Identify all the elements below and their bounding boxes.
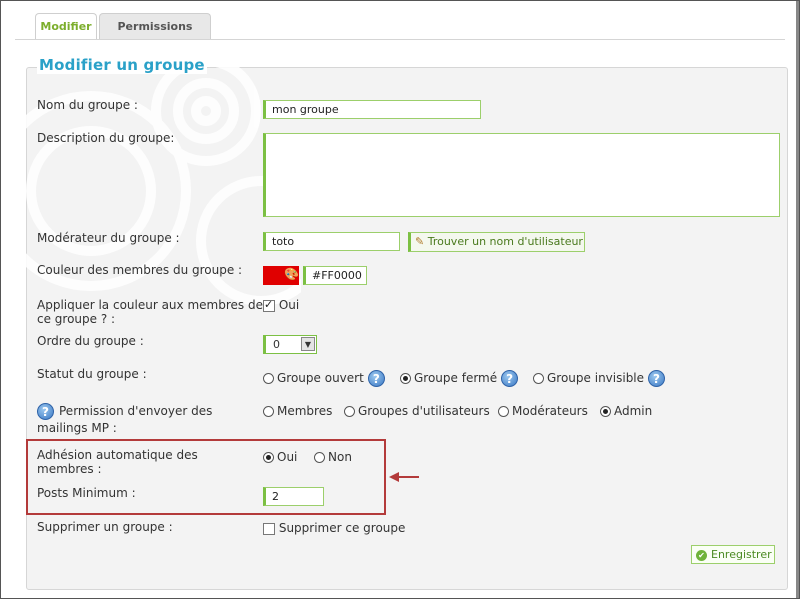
mailing-option-groups[interactable]: Groupes d'utilisateurs	[344, 404, 490, 418]
status-option-closed[interactable]: Groupe fermé?	[400, 370, 519, 387]
help-icon[interactable]: ?	[37, 403, 54, 420]
order-label: Ordre du groupe :	[37, 334, 144, 348]
pencil-icon: ✎	[415, 235, 425, 248]
find-user-button[interactable]: ✎ Trouver un nom d'utilisateur	[408, 232, 585, 252]
radio-no[interactable]	[314, 452, 325, 463]
radio-members[interactable]	[263, 406, 274, 417]
help-icon[interactable]: ?	[367, 370, 385, 387]
order-value: 0	[273, 338, 280, 351]
delete-option[interactable]: Supprimer ce groupe	[263, 521, 405, 535]
auto-join-label: Adhésion automatique des membres :	[37, 448, 198, 476]
radio-yes[interactable]	[263, 452, 274, 463]
group-name-label: Nom du groupe :	[37, 98, 138, 112]
apply-color-checkbox[interactable]	[263, 298, 275, 312]
status-option-invisible[interactable]: Groupe invisible?	[533, 370, 666, 387]
mailing-option-members[interactable]: Membres	[263, 404, 332, 418]
tab-permissions[interactable]: Permissions	[99, 13, 211, 39]
delete-checkbox[interactable]	[263, 522, 275, 535]
apply-color-option[interactable]: Oui	[263, 298, 299, 312]
radio-open[interactable]	[263, 373, 274, 384]
chevron-down-icon[interactable]: ▼	[301, 337, 315, 351]
min-posts-label: Posts Minimum :	[37, 486, 136, 500]
color-label: Couleur des membres du groupe :	[37, 263, 243, 277]
radio-groups[interactable]	[344, 406, 355, 417]
order-select[interactable]: 0 ▼	[263, 335, 317, 354]
color-input[interactable]	[303, 266, 367, 285]
mailing-option-moderators[interactable]: Modérateurs	[498, 404, 588, 418]
tab-divider	[15, 39, 785, 40]
form-legend: Modifier un groupe	[37, 56, 207, 74]
delete-label: Supprimer un groupe :	[37, 520, 173, 534]
radio-closed[interactable]	[400, 373, 411, 384]
help-icon[interactable]: ?	[648, 370, 666, 387]
help-icon[interactable]: ?	[501, 370, 519, 387]
group-name-input[interactable]	[263, 100, 481, 119]
check-circle-icon: ✔	[696, 549, 707, 561]
apply-color-label: Appliquer la couleur aux membres de ce g…	[37, 298, 263, 326]
arrow-left-icon	[389, 472, 419, 482]
status-label: Statut du groupe :	[37, 367, 147, 381]
window: Modifier Permissions Modifier un groupe …	[0, 0, 800, 599]
radio-invisible[interactable]	[533, 373, 544, 384]
save-button[interactable]: ✔ Enregistrer	[691, 545, 775, 564]
status-option-open[interactable]: Groupe ouvert?	[263, 370, 385, 387]
mailing-option-admin[interactable]: Admin	[600, 404, 652, 418]
min-posts-input[interactable]	[263, 487, 324, 506]
mailing-label: ? Permission d'envoyer des mailings MP :	[37, 403, 213, 435]
radio-moderators[interactable]	[498, 406, 509, 417]
auto-join-option-no[interactable]: Non	[314, 450, 352, 464]
moderator-input[interactable]	[263, 232, 400, 251]
tab-modifier[interactable]: Modifier	[35, 13, 97, 40]
auto-join-option-yes[interactable]: Oui	[263, 450, 297, 464]
description-label: Description du groupe:	[37, 131, 175, 145]
radio-admin[interactable]	[600, 406, 611, 417]
description-textarea[interactable]	[263, 133, 780, 217]
moderator-label: Modérateur du groupe :	[37, 231, 180, 245]
find-user-label: Trouver un nom d'utilisateur	[427, 235, 583, 248]
color-picker-icon[interactable]: 🎨	[284, 267, 299, 281]
